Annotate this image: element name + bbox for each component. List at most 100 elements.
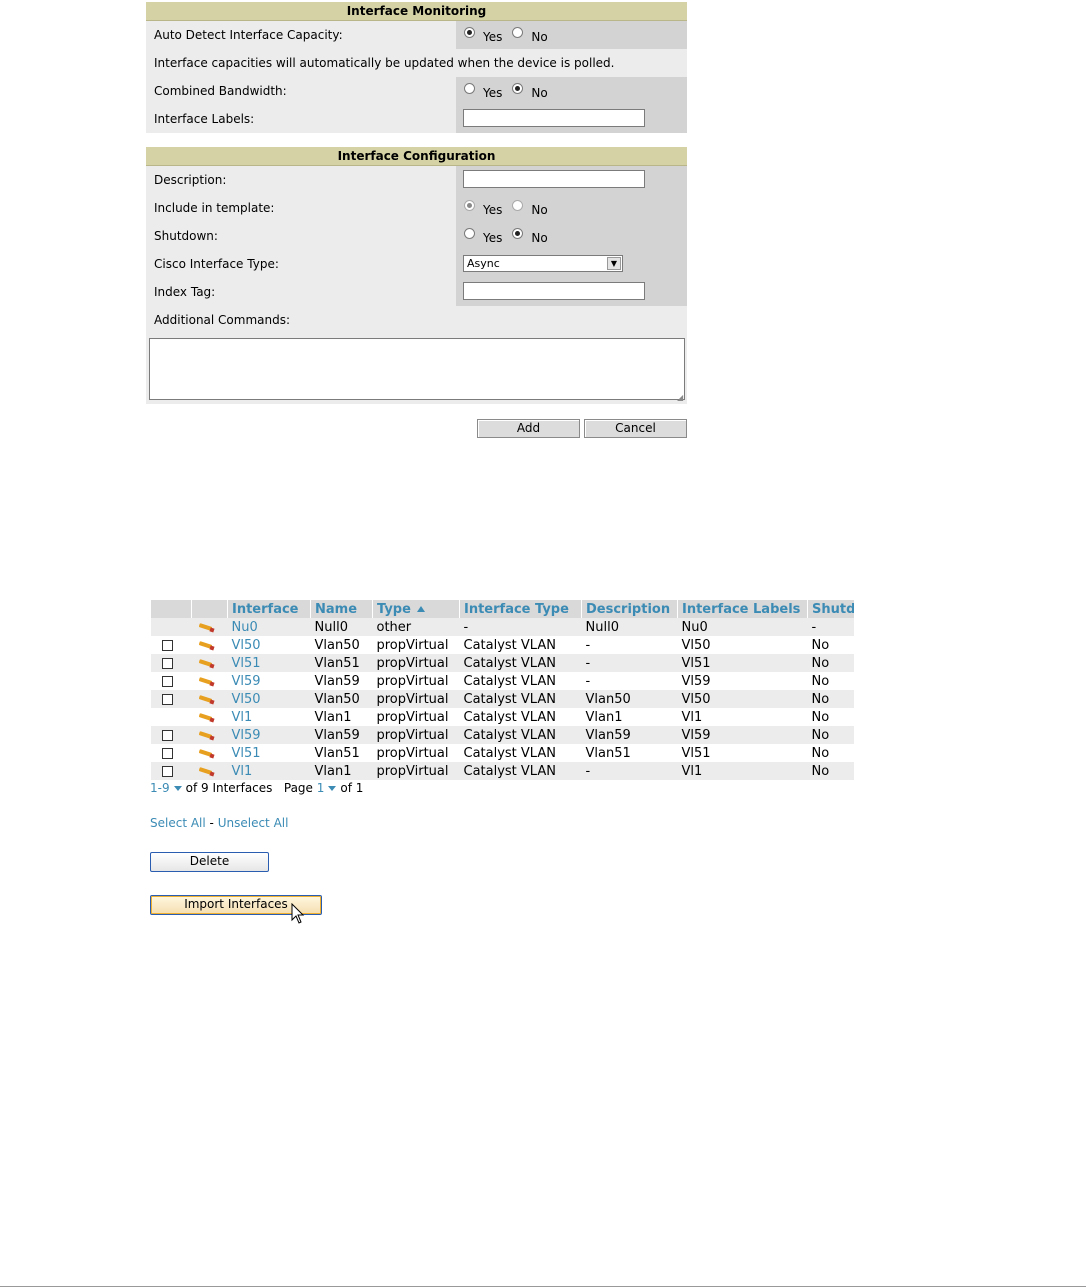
capacity-note: Interface capacities will automatically … bbox=[154, 56, 615, 70]
cell-shutdown: No bbox=[807, 726, 854, 744]
cell-interface: Vl51 bbox=[228, 744, 311, 762]
row-checkbox[interactable] bbox=[161, 729, 173, 741]
column-header-interface-labels[interactable]: Interface Labels bbox=[677, 600, 808, 618]
cell-labels: Vl59 bbox=[681, 673, 711, 689]
cell-name: Vlan50 bbox=[314, 637, 360, 653]
shutdown-no-radio[interactable] bbox=[512, 227, 524, 239]
column-header-interface[interactable]: Interface bbox=[227, 600, 311, 618]
cell-itype: Catalyst VLAN bbox=[460, 636, 582, 654]
interfaces-table: Interface Name Type Interface Type Descr… bbox=[150, 600, 854, 780]
cell-shutdown: No bbox=[811, 691, 830, 707]
pencil-icon[interactable] bbox=[197, 731, 215, 739]
interface-link[interactable]: Vl59 bbox=[232, 728, 261, 743]
edit-cell bbox=[191, 690, 228, 708]
pencil-icon[interactable] bbox=[197, 749, 215, 757]
checkbox-cell bbox=[150, 690, 192, 708]
cell-shutdown: - bbox=[811, 619, 817, 635]
include-template-label: Include in template: bbox=[146, 194, 456, 222]
row-checkbox[interactable] bbox=[161, 639, 173, 651]
page-dropdown-icon[interactable] bbox=[328, 786, 337, 791]
interface-link[interactable]: Vl51 bbox=[232, 656, 261, 671]
row-checkbox[interactable] bbox=[161, 765, 173, 777]
include-no-label: No bbox=[531, 203, 548, 217]
interface-link[interactable]: Vl1 bbox=[232, 710, 253, 725]
cell-type: other bbox=[372, 618, 460, 636]
range-dropdown-icon[interactable] bbox=[173, 786, 182, 791]
interface-link[interactable]: Vl51 bbox=[232, 746, 261, 761]
auto-detect-no-radio[interactable] bbox=[512, 26, 524, 38]
edit-cell bbox=[191, 762, 228, 780]
auto-detect-yes-radio[interactable] bbox=[464, 26, 475, 38]
cell-itype: Catalyst VLAN bbox=[463, 763, 556, 779]
cisco-type-select[interactable]: Async ▼ bbox=[463, 255, 623, 272]
cell-type: propVirtual bbox=[376, 673, 449, 689]
cell-name: Vlan59 bbox=[314, 727, 360, 743]
delete-button[interactable]: Delete bbox=[150, 852, 269, 872]
description-label: Description: bbox=[146, 166, 456, 194]
pencil-icon[interactable] bbox=[197, 677, 215, 685]
cell-name: Vlan59 bbox=[310, 726, 373, 744]
column-header-description[interactable]: Description bbox=[581, 600, 678, 618]
pencil-icon[interactable] bbox=[197, 767, 215, 775]
cell-description: - bbox=[585, 763, 591, 779]
edit-cell bbox=[191, 618, 228, 636]
chevron-down-icon[interactable]: ▼ bbox=[607, 257, 621, 270]
combined-no-radio[interactable] bbox=[512, 82, 524, 94]
interface-link[interactable]: Nu0 bbox=[232, 620, 258, 635]
resize-grip-icon[interactable]: ◢ bbox=[677, 394, 685, 402]
checkbox-cell bbox=[150, 654, 192, 672]
auto-detect-yes-label: Yes bbox=[483, 30, 503, 44]
interface-link[interactable]: Vl1 bbox=[232, 764, 253, 779]
cancel-button[interactable]: Cancel bbox=[584, 419, 687, 438]
pencil-icon[interactable] bbox=[197, 695, 215, 703]
table-row: Vl1 Vlan1 propVirtual Catalyst VLAN - Vl1 No bbox=[150, 762, 854, 780]
selection-separator: - bbox=[209, 816, 214, 830]
table-row: Vl51 Vlan51 propVirtual Catalyst VLAN Vlan51… bbox=[151, 744, 854, 762]
interface-link[interactable]: Vl59 bbox=[232, 674, 261, 689]
table-row: Nu0 Null0 other - Null0 Nu0 - bbox=[150, 618, 854, 636]
auto-detect-no-label: No bbox=[531, 30, 548, 44]
pencil-icon[interactable] bbox=[197, 713, 215, 721]
interface-link[interactable]: Vl50 bbox=[232, 638, 261, 653]
additional-commands-textarea[interactable] bbox=[149, 338, 685, 400]
column-header-type[interactable]: Type bbox=[372, 600, 460, 618]
cell-description: Null0 bbox=[585, 619, 619, 635]
combined-yes-radio[interactable] bbox=[464, 82, 475, 94]
cell-name: Vlan50 bbox=[311, 636, 373, 654]
cell-labels: Vl51 bbox=[677, 654, 808, 672]
cell-type: other bbox=[376, 619, 412, 635]
row-checkbox[interactable] bbox=[161, 675, 173, 687]
cell-shutdown: No bbox=[808, 744, 854, 762]
shutdown-label: Shutdown: bbox=[146, 222, 456, 250]
column-header-interface-type[interactable]: Interface Type bbox=[459, 600, 582, 618]
combined-no-label: No bbox=[531, 86, 548, 100]
page-selector[interactable]: 1 bbox=[317, 781, 325, 795]
pencil-icon[interactable] bbox=[197, 641, 215, 649]
row-checkbox[interactable] bbox=[161, 693, 173, 705]
description-input[interactable] bbox=[463, 170, 645, 188]
include-no-radio[interactable] bbox=[512, 199, 524, 211]
sort-ascending-icon[interactable] bbox=[416, 606, 425, 612]
column-header-shutdown[interactable]: Shutd bbox=[807, 600, 854, 618]
unselect-all-link[interactable]: Unselect All bbox=[218, 816, 289, 830]
interface-monitoring-panel: Interface Monitoring Auto Detect Interfa… bbox=[146, 2, 687, 133]
select-all-link[interactable]: Select All bbox=[150, 816, 206, 830]
interface-labels-input[interactable] bbox=[463, 109, 645, 127]
pencil-icon[interactable] bbox=[197, 659, 215, 667]
row-checkbox[interactable] bbox=[161, 657, 173, 669]
index-tag-input[interactable] bbox=[463, 282, 645, 300]
row-checkbox[interactable] bbox=[161, 747, 173, 759]
include-yes-radio[interactable] bbox=[464, 199, 475, 211]
shutdown-yes-radio[interactable] bbox=[464, 227, 475, 239]
table-header-row: Interface Name Type Interface Type Descr… bbox=[150, 600, 854, 618]
cell-shutdown: No bbox=[808, 708, 854, 726]
cell-itype: Catalyst VLAN bbox=[459, 690, 582, 708]
interface-link[interactable]: Vl50 bbox=[232, 692, 261, 707]
cell-description: Vlan50 bbox=[581, 690, 678, 708]
cell-shutdown: No bbox=[811, 655, 830, 671]
range-selector[interactable]: 1-9 bbox=[150, 781, 170, 795]
column-header-name[interactable]: Name bbox=[310, 600, 373, 618]
add-button[interactable]: Add bbox=[477, 419, 580, 438]
table-row: Vl50 Vlan50 propVirtual Catalyst VLAN Vlan50… bbox=[150, 690, 854, 708]
pencil-icon[interactable] bbox=[197, 623, 215, 631]
